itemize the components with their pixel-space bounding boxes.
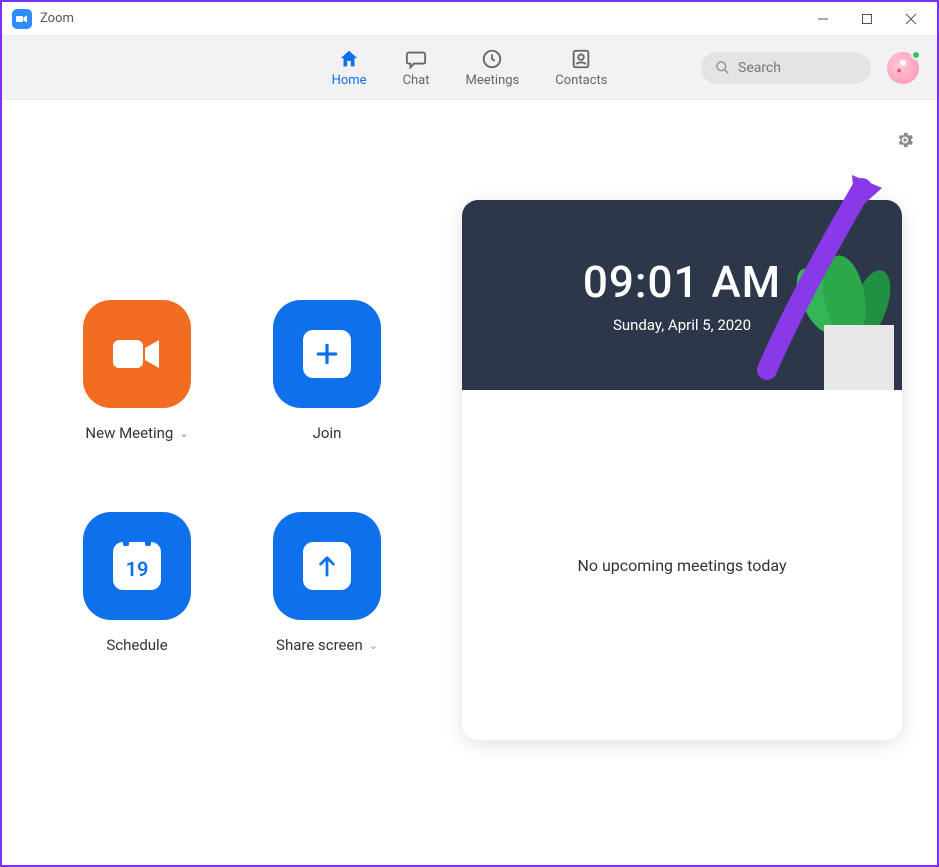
contacts-icon <box>569 47 593 71</box>
main-content: New Meeting ⌄ Join <box>2 100 937 865</box>
new-meeting-label: New Meeting <box>85 424 173 442</box>
share-screen-label: Share screen <box>276 636 363 654</box>
calendar-ring-icon <box>145 536 151 546</box>
home-icon <box>337 47 361 71</box>
action-new-meeting: New Meeting ⌄ <box>42 300 232 442</box>
nav-tabs: Home Chat Meetings Contacts <box>332 47 608 88</box>
tab-contacts[interactable]: Contacts <box>555 47 607 88</box>
maximize-button[interactable] <box>845 4 889 34</box>
calendar-ring-icon <box>123 536 129 546</box>
video-icon <box>111 336 163 372</box>
new-meeting-label-row[interactable]: New Meeting ⌄ <box>85 424 188 442</box>
calendar-body: No upcoming meetings today <box>462 390 902 740</box>
app-title: Zoom <box>40 11 74 26</box>
schedule-button[interactable]: 19 <box>83 512 191 620</box>
plant-illustration <box>804 250 894 390</box>
plus-icon <box>314 341 340 367</box>
search-input[interactable]: Search <box>701 52 871 84</box>
main-toolbar: Home Chat Meetings Contacts Search <box>2 36 937 100</box>
no-meetings-message: No upcoming meetings today <box>577 556 786 575</box>
action-join: Join <box>232 300 422 442</box>
action-schedule: 19 Schedule <box>42 512 232 654</box>
close-button[interactable] <box>889 4 933 34</box>
profile-avatar[interactable] <box>887 52 919 84</box>
calendar-card: 09:01 AM Sunday, April 5, 2020 No upcomi… <box>462 200 902 740</box>
tab-chat-label: Chat <box>403 73 430 88</box>
tab-home-label: Home <box>332 73 367 88</box>
tab-meetings[interactable]: Meetings <box>466 47 520 88</box>
chevron-down-icon: ⌄ <box>179 427 188 440</box>
window-controls <box>801 4 933 34</box>
current-time: 09:01 AM <box>583 256 781 308</box>
search-placeholder: Search <box>738 60 781 76</box>
status-online-indicator <box>911 50 921 60</box>
schedule-label: Schedule <box>106 636 167 654</box>
zoom-app-icon <box>12 9 32 29</box>
current-date: Sunday, April 5, 2020 <box>613 316 751 334</box>
titlebar-left: Zoom <box>12 9 74 29</box>
calendar-panel: 09:01 AM Sunday, April 5, 2020 No upcomi… <box>462 100 937 865</box>
tab-meetings-label: Meetings <box>466 73 520 88</box>
minimize-button[interactable] <box>801 4 845 34</box>
join-button[interactable] <box>273 300 381 408</box>
search-icon <box>715 60 730 75</box>
tab-contacts-label: Contacts <box>555 73 607 88</box>
window-titlebar: Zoom <box>2 2 937 36</box>
action-share-screen: Share screen ⌄ <box>232 512 422 654</box>
arrow-up-icon <box>316 553 338 579</box>
new-meeting-button[interactable] <box>83 300 191 408</box>
calendar-header: 09:01 AM Sunday, April 5, 2020 <box>462 200 902 390</box>
settings-button[interactable] <box>895 130 915 154</box>
chat-icon <box>404 47 428 71</box>
actions-panel: New Meeting ⌄ Join <box>2 100 462 865</box>
chevron-down-icon: ⌄ <box>369 639 378 652</box>
share-screen-button[interactable] <box>273 512 381 620</box>
join-label: Join <box>313 424 342 442</box>
clock-icon <box>480 47 504 71</box>
share-screen-label-row[interactable]: Share screen ⌄ <box>276 636 378 654</box>
tab-home[interactable]: Home <box>332 47 367 88</box>
gear-icon <box>895 130 915 150</box>
toolbar-right: Search <box>701 52 919 84</box>
tab-chat[interactable]: Chat <box>403 47 430 88</box>
calendar-day: 19 <box>126 557 149 581</box>
